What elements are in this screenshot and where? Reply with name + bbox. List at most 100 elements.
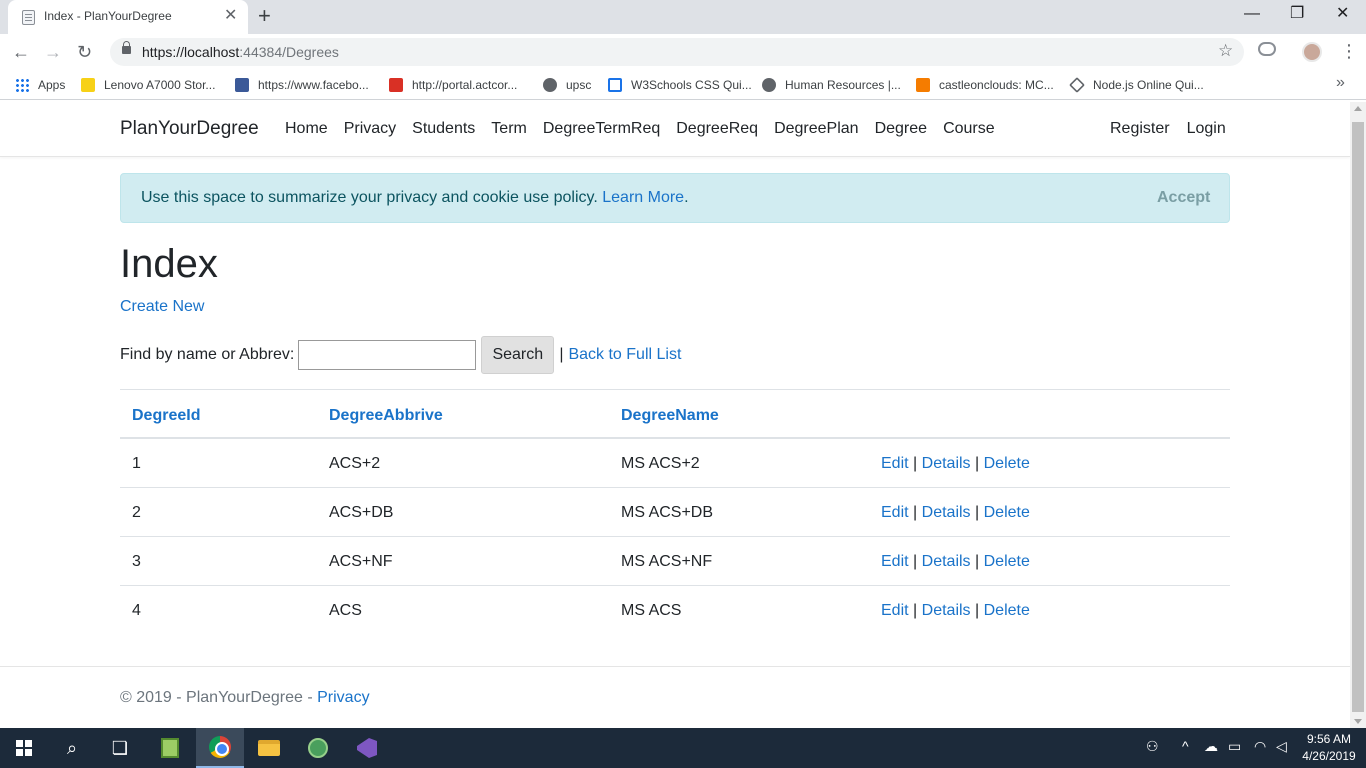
- reload-icon[interactable]: ↻: [77, 40, 92, 64]
- chevron-right-icon[interactable]: »: [1336, 74, 1345, 92]
- browser-toolbar: ← → ↻ https://localhost:44384/Degrees ☆ …: [0, 34, 1366, 70]
- nav-degree[interactable]: Degree: [875, 120, 927, 138]
- close-window-icon[interactable]: ✕: [1336, 4, 1349, 24]
- cell-degreeid: 2: [132, 504, 141, 521]
- create-new-link[interactable]: Create New: [120, 298, 204, 316]
- back-to-full-list-link[interactable]: Back to Full List: [568, 346, 681, 364]
- people-icon[interactable]: ⚇: [1146, 738, 1159, 755]
- search-button[interactable]: Search: [481, 336, 555, 374]
- nav-degreeplan[interactable]: DegreePlan: [774, 120, 859, 138]
- row-actions: Edit | Details | Delete: [881, 455, 1030, 472]
- scroll-down-icon[interactable]: [1354, 719, 1362, 724]
- address-bar[interactable]: https://localhost:44384/Degrees ☆: [110, 38, 1244, 66]
- profile-avatar[interactable]: [1302, 42, 1322, 62]
- visual-studio-icon[interactable]: [343, 728, 391, 768]
- header-degreeid[interactable]: DegreeId: [132, 407, 200, 425]
- cell-abbrev: ACS+2: [329, 455, 381, 472]
- delete-link[interactable]: Delete: [984, 504, 1030, 521]
- learn-more-link[interactable]: Learn More: [602, 189, 684, 206]
- edit-link[interactable]: Edit: [881, 455, 909, 472]
- page-viewport: PlanYourDegree Home Privacy Students Ter…: [0, 102, 1350, 728]
- search-icon[interactable]: ⌕: [48, 728, 96, 768]
- row-actions: Edit | Details | Delete: [881, 602, 1030, 619]
- page-scrollbar[interactable]: [1350, 102, 1366, 728]
- chrome-taskbar-icon[interactable]: [196, 728, 244, 768]
- restore-icon[interactable]: ❐: [1290, 4, 1304, 24]
- details-link[interactable]: Details: [922, 455, 971, 472]
- menu-kebab-icon[interactable]: ⋮: [1340, 40, 1358, 62]
- scroll-up-icon[interactable]: [1354, 106, 1362, 111]
- nav-course[interactable]: Course: [943, 120, 995, 138]
- bookmark-apps[interactable]: Apps: [15, 76, 65, 94]
- back-arrow-icon[interactable]: ←: [12, 40, 30, 64]
- close-tab-icon[interactable]: ✕: [224, 7, 237, 25]
- table-row: 4 ACS MS ACS Edit | Details | Delete: [120, 586, 1230, 635]
- edit-link[interactable]: Edit: [881, 504, 909, 521]
- nav-home[interactable]: Home: [285, 120, 328, 138]
- globe-icon: [762, 78, 776, 92]
- cookie-consent-banner: Use this space to summarize your privacy…: [120, 173, 1230, 223]
- bookmarks-bar: Apps Lenovo A7000 Stor... https://www.fa…: [0, 70, 1366, 100]
- separator: |: [559, 346, 564, 363]
- delete-link[interactable]: Delete: [984, 602, 1030, 619]
- globe-icon: [543, 78, 557, 92]
- cell-degreeid: 4: [132, 602, 141, 619]
- header-degreeabbrive[interactable]: DegreeAbbrive: [329, 407, 443, 425]
- new-tab-icon[interactable]: +: [258, 4, 271, 28]
- browser-tab[interactable]: Index - PlanYourDegree ✕: [8, 0, 248, 34]
- edit-link[interactable]: Edit: [881, 553, 909, 570]
- edit-link[interactable]: Edit: [881, 602, 909, 619]
- details-link[interactable]: Details: [922, 504, 971, 521]
- nav-degreereq[interactable]: DegreeReq: [676, 120, 758, 138]
- details-link[interactable]: Details: [922, 602, 971, 619]
- nav-term[interactable]: Term: [491, 120, 527, 138]
- spreadsheet-app-icon[interactable]: [146, 728, 194, 768]
- footer-privacy-link[interactable]: Privacy: [317, 689, 369, 706]
- delete-link[interactable]: Delete: [984, 553, 1030, 570]
- cell-degreeid: 3: [132, 553, 141, 570]
- start-button[interactable]: [0, 728, 48, 768]
- site-brand[interactable]: PlanYourDegree: [120, 118, 259, 140]
- bookmark-castleonclouds[interactable]: castleonclouds: MC...: [916, 76, 1054, 94]
- bookmark-human-resources[interactable]: Human Resources |...: [762, 76, 901, 94]
- browser-titlebar: Index - PlanYourDegree ✕ + — ❐ ✕: [0, 0, 1366, 34]
- bookmark-nodejs[interactable]: Node.js Online Qui...: [1069, 76, 1204, 94]
- delete-link[interactable]: Delete: [984, 455, 1030, 472]
- android-studio-icon[interactable]: [294, 728, 342, 768]
- act-icon: [389, 78, 403, 92]
- wifi-icon[interactable]: ◠: [1254, 738, 1266, 755]
- bookmark-lenovo[interactable]: Lenovo A7000 Stor...: [81, 76, 215, 94]
- bookmark-actcorp[interactable]: http://portal.actcor...: [389, 76, 517, 94]
- nav-degreetermreq[interactable]: DegreeTermReq: [543, 120, 660, 138]
- nav-login[interactable]: Login: [1187, 120, 1226, 138]
- system-clock[interactable]: 9:56 AM 4/26/2019: [1296, 731, 1362, 765]
- minimize-icon[interactable]: —: [1244, 4, 1260, 24]
- nav-students[interactable]: Students: [412, 120, 475, 138]
- bookmark-facebook[interactable]: https://www.facebo...: [235, 76, 369, 94]
- battery-icon[interactable]: ▭: [1228, 738, 1241, 755]
- header-degreename[interactable]: DegreeName: [621, 407, 719, 425]
- clock-date: 4/26/2019: [1302, 749, 1356, 763]
- show-hidden-icons-chevron[interactable]: ^: [1182, 738, 1189, 754]
- volume-icon[interactable]: ◁: [1276, 738, 1287, 755]
- forward-arrow-icon[interactable]: →: [44, 40, 62, 64]
- search-input[interactable]: [298, 340, 477, 370]
- task-view-icon[interactable]: ❏: [96, 728, 144, 768]
- cell-abbrev: ACS+DB: [329, 504, 394, 521]
- file-explorer-icon[interactable]: [245, 728, 293, 768]
- cell-degreeid: 1: [132, 455, 141, 472]
- accept-button[interactable]: Accept: [1157, 189, 1210, 207]
- bookmark-w3schools[interactable]: W3Schools CSS Qui...: [608, 76, 752, 94]
- site-navbar: PlanYourDegree Home Privacy Students Ter…: [0, 102, 1350, 157]
- details-link[interactable]: Details: [922, 553, 971, 570]
- nav-register[interactable]: Register: [1110, 120, 1170, 138]
- bookmark-star-icon[interactable]: ☆: [1218, 41, 1233, 61]
- footer-copyright: © 2019 - PlanYourDegree - Privacy: [120, 689, 370, 706]
- nav-privacy[interactable]: Privacy: [344, 120, 396, 138]
- row-actions: Edit | Details | Delete: [881, 553, 1030, 570]
- bookmark-upsc[interactable]: upsc: [543, 76, 591, 94]
- onedrive-cloud-icon[interactable]: ☁: [1204, 738, 1218, 755]
- extension-icon[interactable]: [1258, 42, 1276, 56]
- clock-time: 9:56 AM: [1306, 732, 1352, 746]
- scroll-thumb[interactable]: [1352, 122, 1364, 712]
